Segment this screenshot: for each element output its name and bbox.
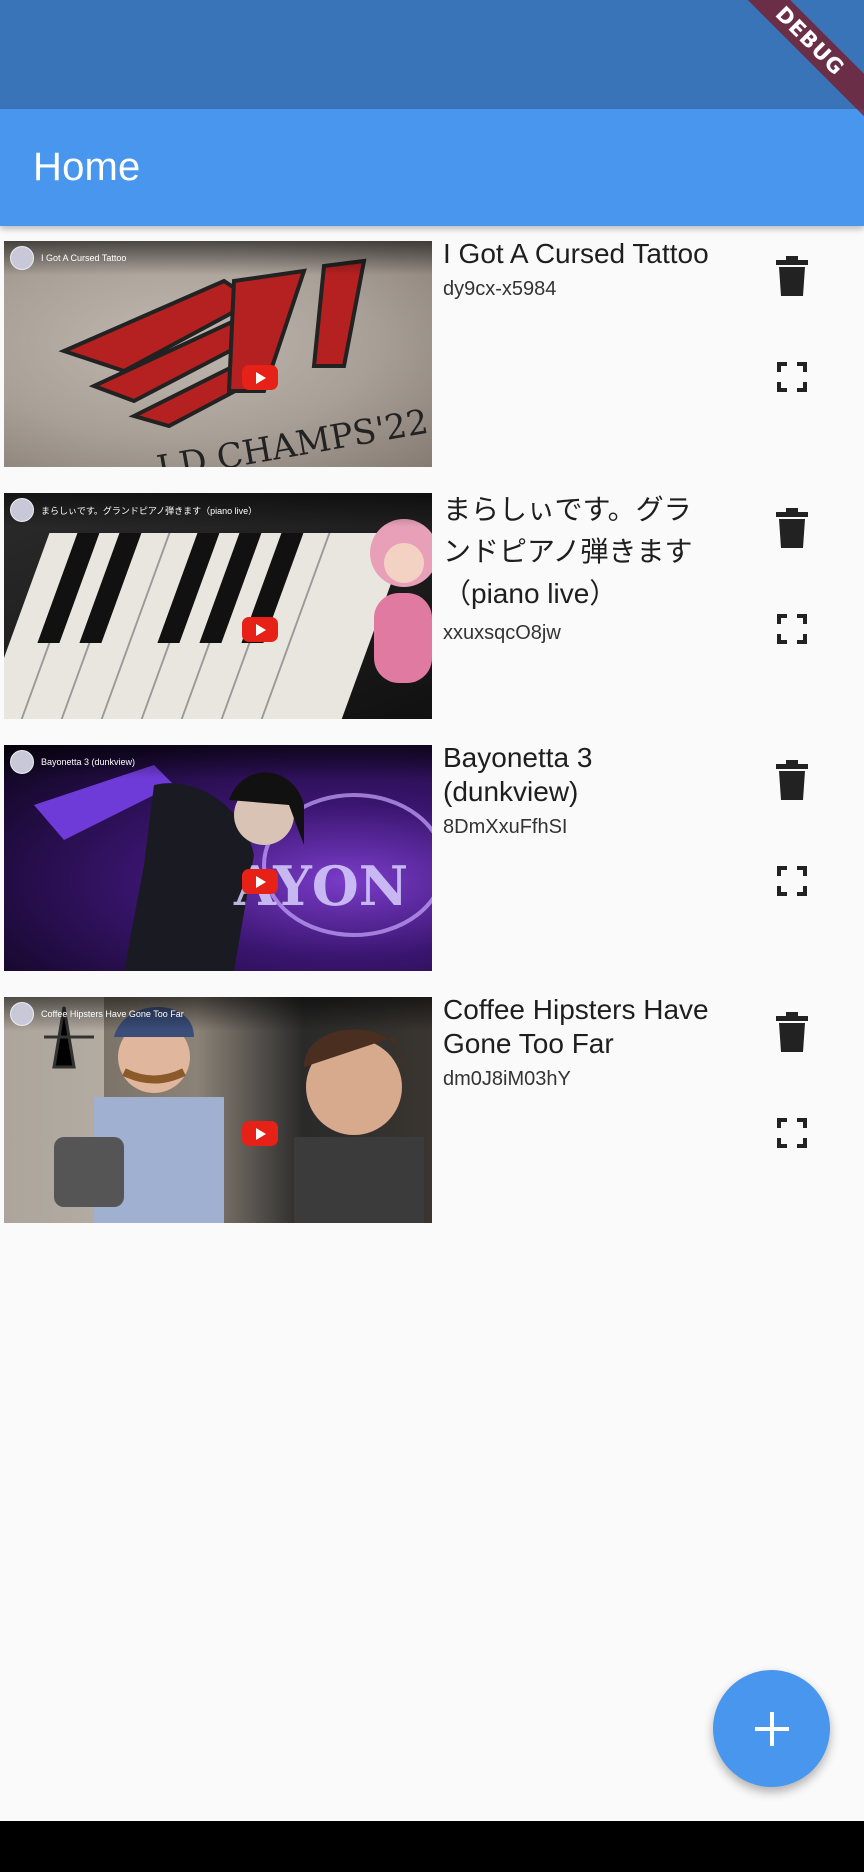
video-info: I Got A Cursed Tattoo dy9cx-x5984 <box>443 237 713 301</box>
channel-avatar <box>10 246 34 270</box>
thumbnail-caption: Coffee Hipsters Have Gone Too Far <box>41 1009 184 1019</box>
fullscreen-icon <box>777 614 807 644</box>
thumbnail-header: I Got A Cursed Tattoo <box>4 241 432 275</box>
list-item: Coffee Hipsters Have Gone Too Far Coffee… <box>0 982 864 1223</box>
page-title: Home <box>33 145 141 189</box>
trash-icon <box>776 256 808 296</box>
video-id: dy9cx-x5984 <box>443 278 557 300</box>
status-bar <box>0 0 864 109</box>
video-thumbnail[interactable]: LD CHAMPS'22 I Got A Cursed Tattoo <box>4 241 432 467</box>
trash-icon <box>776 1012 808 1052</box>
fullscreen-icon <box>777 362 807 392</box>
fullscreen-icon <box>777 866 807 896</box>
delete-button[interactable] <box>764 752 820 808</box>
youtube-play-icon[interactable] <box>242 1121 278 1146</box>
system-nav-bar <box>0 1821 864 1872</box>
delete-button[interactable] <box>764 248 820 304</box>
video-thumbnail[interactable]: Coffee Hipsters Have Gone Too Far <box>4 997 432 1223</box>
video-title: Bayonetta 3 (dunkview) <box>443 742 593 807</box>
trash-icon <box>776 508 808 548</box>
video-thumbnail[interactable]: まらしぃです。グランドピアノ弾きます（piano live） <box>4 493 432 719</box>
thumbnail-caption: I Got A Cursed Tattoo <box>41 253 127 263</box>
video-info: Bayonetta 3 (dunkview) 8DmXxuFfhSI <box>443 741 713 839</box>
trash-icon <box>776 760 808 800</box>
delete-button[interactable] <box>764 1004 820 1060</box>
fullscreen-button[interactable] <box>764 853 820 909</box>
youtube-play-icon[interactable] <box>242 617 278 642</box>
fullscreen-button[interactable] <box>764 1105 820 1161</box>
video-title: I Got A Cursed Tattoo <box>443 238 709 269</box>
youtube-play-icon[interactable] <box>242 869 278 894</box>
video-info: まらしぃです。グランドピアノ弾きます（piano live） xxuxsqcO8… <box>443 489 713 645</box>
plus-icon <box>754 1711 789 1746</box>
add-video-button[interactable] <box>713 1670 830 1787</box>
fullscreen-button[interactable] <box>764 601 820 657</box>
app-bar: Home <box>0 109 864 226</box>
thumbnail-header: まらしぃです。グランドピアノ弾きます（piano live） <box>4 493 432 527</box>
video-thumbnail[interactable]: AYON Bayonetta 3 (dunkview) <box>4 745 432 971</box>
thumbnail-header: Bayonetta 3 (dunkview) <box>4 745 432 779</box>
video-title: Coffee Hipsters Have Gone Too Far <box>443 994 709 1059</box>
channel-avatar <box>10 498 34 522</box>
thumbnail-caption: Bayonetta 3 (dunkview) <box>41 757 136 767</box>
video-id: dm0J8iM03hY <box>443 1068 571 1090</box>
thumbnail-caption: まらしぃです。グランドピアノ弾きます（piano live） <box>41 505 258 516</box>
video-title: まらしぃです。グランドピアノ弾きます（piano live） <box>443 494 693 609</box>
thumbnail-header: Coffee Hipsters Have Gone Too Far <box>4 997 432 1031</box>
video-id: xxuxsqcO8jw <box>443 622 561 644</box>
channel-avatar <box>10 1002 34 1026</box>
list-item: AYON Bayonetta 3 (dunkview) Bayonetta 3 … <box>0 730 864 971</box>
fullscreen-button[interactable] <box>764 349 820 405</box>
list-item: LD CHAMPS'22 I Got A Cursed Tattoo I Got… <box>0 226 864 467</box>
channel-avatar <box>10 750 34 774</box>
app-screen: DEBUG Home LD CHAMPS'22 I Got A Cursed T… <box>0 0 864 1872</box>
delete-button[interactable] <box>764 500 820 556</box>
list-item: まらしぃです。グランドピアノ弾きます（piano live） まらしぃです。グラ… <box>0 478 864 719</box>
youtube-play-icon[interactable] <box>242 365 278 390</box>
fullscreen-icon <box>777 1118 807 1148</box>
video-info: Coffee Hipsters Have Gone Too Far dm0J8i… <box>443 993 713 1091</box>
video-id: 8DmXxuFfhSI <box>443 816 568 838</box>
